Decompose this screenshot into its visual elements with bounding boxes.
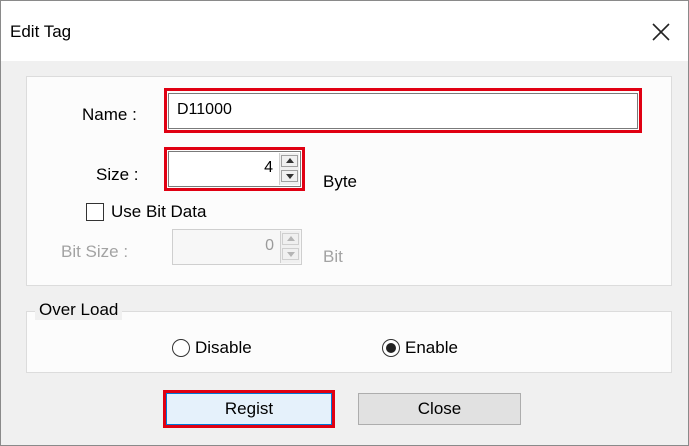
- use-bit-data-label: Use Bit Data: [111, 202, 207, 221]
- bit-size-down-arrow-icon[interactable]: [282, 248, 299, 260]
- over-load-legend: Over Load: [35, 300, 123, 320]
- edit-tag-dialog: Edit Tag Name : D11000 Size : 4 Byte Use…: [0, 0, 689, 446]
- tag-settings-panel: Name : D11000 Size : 4 Byte Use Bit Data…: [26, 76, 672, 286]
- close-icon[interactable]: [648, 19, 674, 45]
- close-button[interactable]: Close: [358, 393, 521, 425]
- size-field-highlight: [164, 147, 305, 191]
- bit-size-spin-buttons: [280, 231, 300, 263]
- enable-radio[interactable]: [382, 339, 400, 357]
- use-bit-data-checkbox[interactable]: [86, 203, 104, 221]
- title-bar: Edit Tag: [1, 1, 688, 61]
- bit-size-label: Bit Size :: [61, 242, 129, 261]
- bit-size-value: 0: [265, 237, 274, 254]
- over-load-group: Over Load Disable Enable: [26, 300, 672, 373]
- bit-size-stepper[interactable]: 0: [172, 229, 302, 265]
- name-label: Name :: [82, 105, 137, 124]
- bit-size-up-arrow-icon[interactable]: [282, 233, 299, 245]
- enable-label: Enable: [405, 338, 458, 357]
- bit-unit: Bit: [323, 247, 343, 266]
- name-field-highlight: [164, 88, 642, 133]
- regist-button-highlight: [163, 390, 335, 428]
- dialog-title: Edit Tag: [10, 22, 72, 41]
- disable-radio[interactable]: [172, 339, 190, 357]
- disable-label: Disable: [195, 338, 252, 357]
- size-label: Size :: [96, 165, 139, 184]
- size-unit: Byte: [323, 172, 358, 191]
